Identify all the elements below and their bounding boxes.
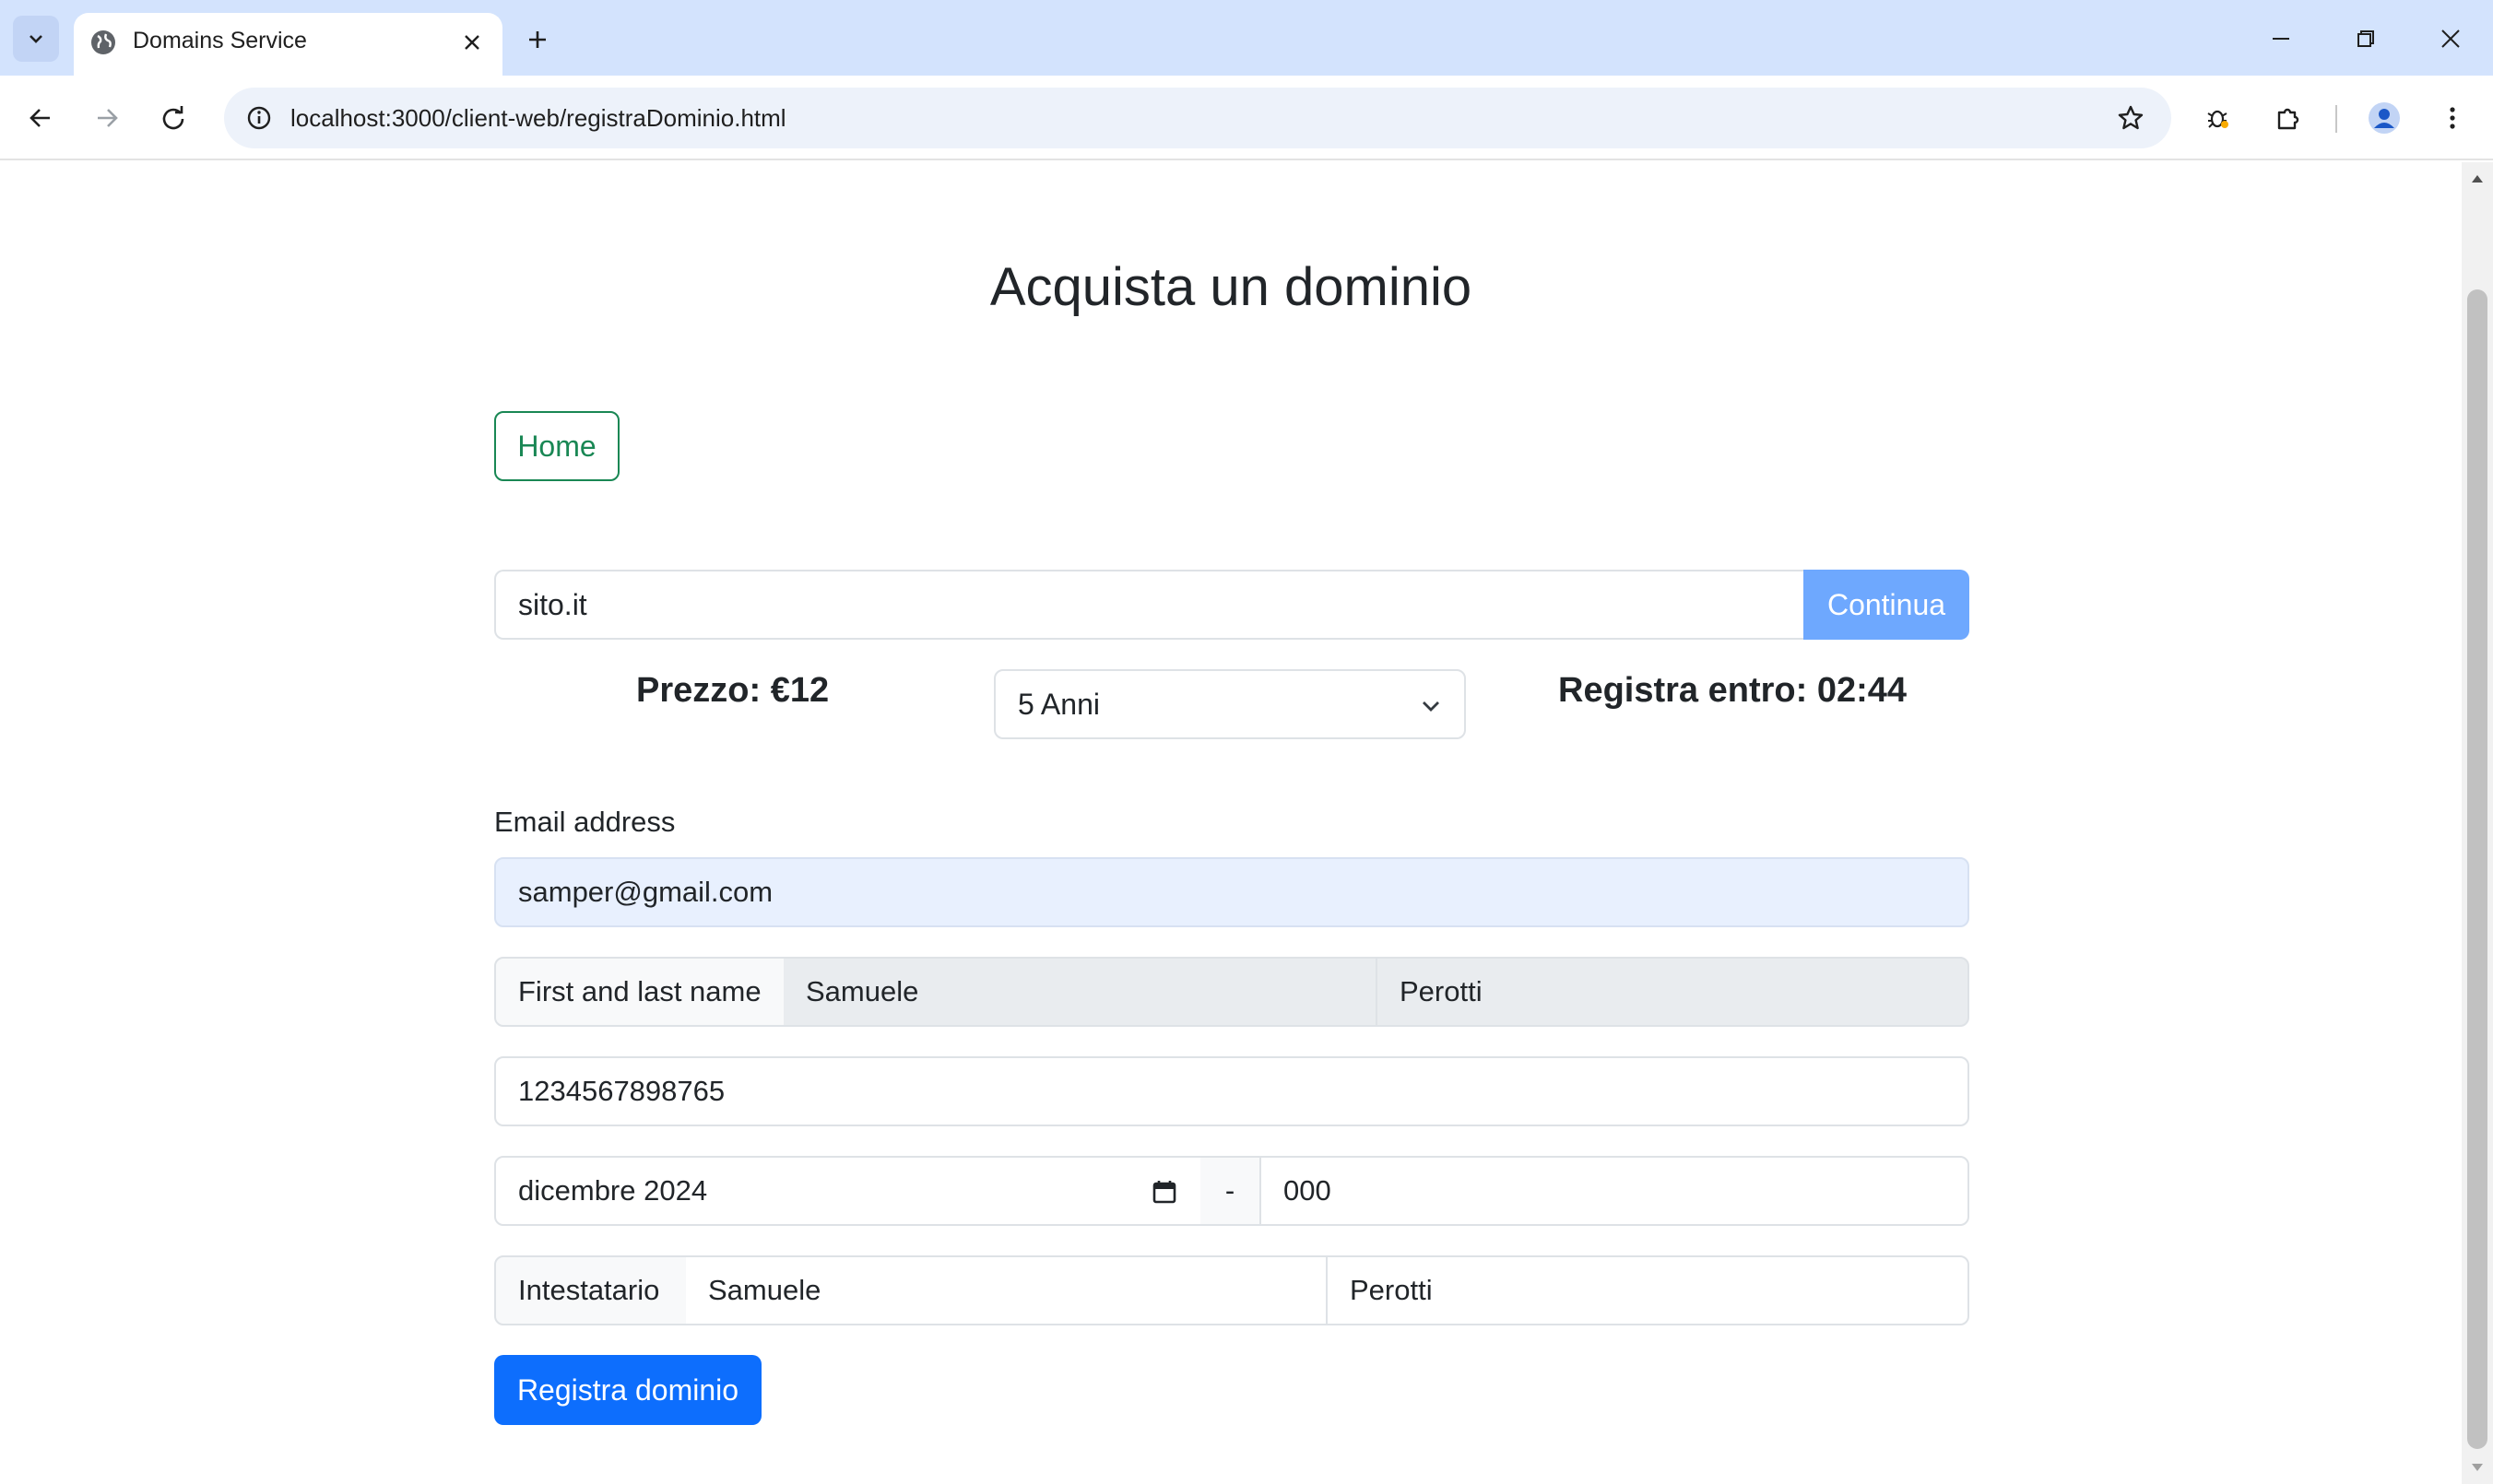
first-name-input[interactable]: Samuele — [784, 957, 1377, 1027]
cvv-input[interactable]: 000 — [1259, 1156, 1969, 1226]
close-window-button[interactable] — [2423, 13, 2478, 65]
last-name-input[interactable]: Perotti — [1376, 957, 1969, 1027]
plus-icon — [529, 31, 546, 48]
triangle-up-icon — [2472, 175, 2483, 183]
extensions-button[interactable] — [2266, 96, 2310, 140]
triangle-down-icon — [2472, 1464, 2483, 1471]
email-input[interactable]: samper@gmail.com — [494, 857, 1969, 927]
back-button[interactable] — [18, 96, 63, 140]
tab-close-button[interactable] — [455, 26, 489, 59]
browser-window: Domains Service localhost:3000/client-we… — [0, 0, 2493, 1484]
tab-strip: Domains Service — [0, 0, 2493, 76]
close-icon — [2441, 29, 2460, 48]
page-scrollbar[interactable] — [2462, 162, 2493, 1484]
minimize-icon — [2273, 38, 2289, 40]
expiry-value: dicembre 2024 — [518, 1174, 708, 1207]
avatar-icon — [2369, 102, 2400, 134]
close-icon — [465, 35, 479, 50]
domain-input[interactable]: sito.it — [494, 570, 1803, 640]
restore-button[interactable] — [2338, 13, 2393, 65]
expiry-month-input[interactable]: dicembre 2024 — [494, 1156, 1202, 1226]
holder-last-name-input[interactable]: Perotti — [1326, 1255, 1969, 1325]
tab-domains-service[interactable]: Domains Service — [74, 13, 502, 76]
continue-button[interactable]: Continua — [1803, 570, 1969, 640]
puzzle-icon — [2277, 108, 2299, 130]
page-title: Acquista un dominio — [989, 257, 1472, 317]
new-tab-button[interactable] — [516, 18, 559, 61]
tab-title: Domains Service — [133, 28, 307, 53]
calendar-icon[interactable] — [1151, 1178, 1178, 1206]
holder-first-name-input[interactable]: Samuele — [686, 1255, 1328, 1325]
years-select[interactable]: 5 Anni — [994, 669, 1466, 739]
info-icon — [247, 106, 271, 130]
price-text: Prezzo: €12 — [636, 671, 830, 710]
star-icon — [2118, 105, 2144, 130]
arrow-right-icon — [98, 109, 118, 127]
bookmark-button[interactable] — [2109, 96, 2153, 140]
arrow-left-icon — [30, 109, 50, 127]
url-text: localhost:3000/client-web/registraDomini… — [290, 104, 786, 132]
expiry-separator: - — [1200, 1156, 1261, 1226]
scroll-thumb[interactable] — [2467, 289, 2487, 1449]
restore-icon — [2357, 30, 2374, 47]
email-label: Email address — [494, 806, 676, 838]
card-number-input[interactable]: 1234567898765 — [494, 1056, 1969, 1126]
minimize-button[interactable] — [2253, 13, 2309, 65]
extension-bug-button[interactable] — [2196, 96, 2240, 140]
toolbar-separator — [2335, 105, 2337, 133]
bug-icon — [2207, 110, 2228, 128]
more-vertical-icon — [2450, 107, 2455, 129]
home-button[interactable]: Home — [494, 411, 620, 481]
profile-button[interactable] — [2362, 96, 2406, 140]
browser-toolbar: localhost:3000/client-web/registraDomini… — [0, 76, 2493, 160]
globe-icon — [91, 30, 115, 54]
chrome-menu-button[interactable] — [2430, 96, 2475, 140]
name-addon-label: First and last name — [494, 957, 786, 1027]
holder-addon-label: Intestatario — [494, 1255, 688, 1325]
reload-button[interactable] — [151, 96, 195, 140]
scroll-up-button[interactable] — [2462, 168, 2493, 190]
site-info-button[interactable] — [237, 96, 281, 140]
tab-search-button[interactable] — [13, 16, 59, 62]
forward-button[interactable] — [85, 96, 129, 140]
scroll-down-button[interactable] — [2462, 1456, 2493, 1478]
registration-timer: Registra entro: 02:44 — [1558, 671, 1908, 710]
address-bar[interactable]: localhost:3000/client-web/registraDomini… — [224, 88, 2171, 148]
years-selected-value: 5 Anni — [1018, 688, 1100, 721]
chevron-down-icon — [30, 35, 42, 43]
chevron-down-icon — [1423, 701, 1439, 712]
domain-search-group: sito.it Continua — [494, 570, 1969, 640]
register-domain-button[interactable]: Registra dominio — [494, 1355, 762, 1425]
reload-icon — [162, 106, 184, 130]
